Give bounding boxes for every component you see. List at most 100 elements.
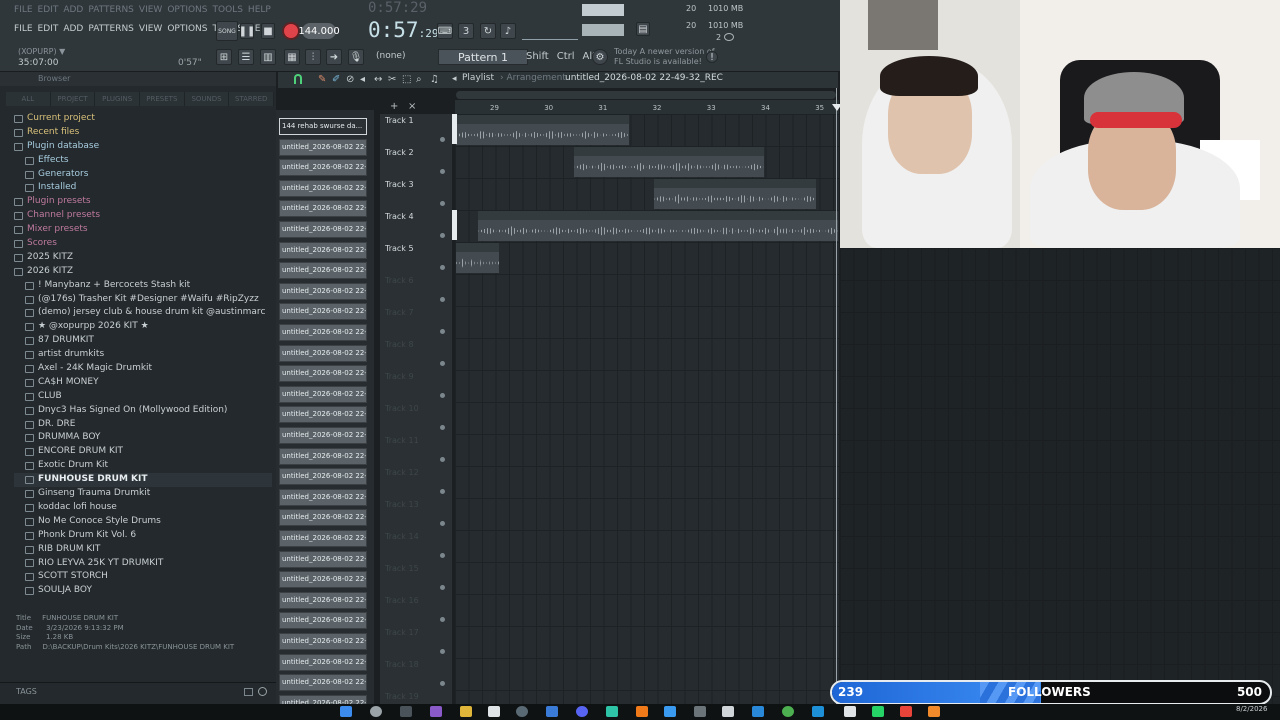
track-mute-dot[interactable]: [440, 457, 445, 462]
track-mute-dot[interactable]: [440, 489, 445, 494]
stop-button[interactable]: ■: [261, 23, 275, 39]
update-icon[interactable]: !: [706, 51, 718, 63]
audio-clip[interactable]: untitled_2026-08-02 22-48-33_REC: [574, 147, 764, 177]
browser-item[interactable]: Plugin presets: [14, 195, 272, 209]
track-mute-dot[interactable]: [440, 649, 445, 654]
track-mute-dot[interactable]: [440, 585, 445, 590]
search-icon[interactable]: [258, 687, 267, 696]
browser-item[interactable]: Mixer presets: [14, 223, 272, 237]
track-mute-dot[interactable]: [440, 361, 445, 366]
browser-item[interactable]: Dnyc3 Has Signed On (Mollywood Edition): [14, 404, 272, 418]
app-icon-2[interactable]: [488, 706, 500, 717]
browser-item[interactable]: SOULJA BOY: [14, 584, 272, 598]
track-1-selector[interactable]: [452, 114, 457, 144]
channel-button[interactable]: untitled_2026-08-02 22-...: [279, 550, 367, 568]
search-taskbar-icon[interactable]: [370, 706, 382, 717]
menu-item-view[interactable]: VIEW: [139, 24, 162, 34]
channel-button[interactable]: untitled_2026-08-02 22-...: [279, 653, 367, 671]
browser-item[interactable]: Effects: [14, 154, 272, 168]
channel-button[interactable]: untitled_2026-08-02 22-...: [279, 262, 367, 280]
playlist-icon[interactable]: ☰: [238, 49, 254, 65]
track-label[interactable]: Track 12: [385, 468, 419, 477]
track-mute-dot[interactable]: [440, 169, 445, 174]
loop-record-icon[interactable]: ↻: [480, 23, 496, 39]
channel-button[interactable]: untitled_2026-08-02 22-...: [279, 200, 367, 218]
typing-keyboard-icon[interactable]: ⌨: [437, 23, 453, 39]
app-icon-8[interactable]: [694, 706, 706, 717]
start-icon[interactable]: [340, 706, 352, 717]
track-label[interactable]: Track 19: [385, 692, 419, 701]
browser-item[interactable]: Axel - 24K Magic Drumkit: [14, 362, 272, 376]
track-label[interactable]: Track 9: [385, 372, 414, 381]
key-shift[interactable]: Shift: [526, 51, 549, 62]
discord-icon[interactable]: [576, 706, 588, 717]
browser-tab-all[interactable]: ALL: [6, 92, 51, 106]
menu-item-add[interactable]: ADD: [63, 24, 83, 34]
app-icon-1[interactable]: [430, 706, 442, 717]
channel-button[interactable]: untitled_2026-08-02 22-...: [279, 571, 367, 589]
fl-studio-icon[interactable]: [928, 706, 940, 717]
browser-item[interactable]: Generators: [14, 168, 272, 182]
audio-clip[interactable]: untitled_2026-08-02 22-49-11_REC: [705, 211, 838, 241]
app-icon-6[interactable]: [636, 706, 648, 717]
channel-button[interactable]: untitled_2026-08-02 22-...: [279, 530, 367, 547]
track-label[interactable]: Track 8: [385, 340, 414, 349]
track-label[interactable]: Track 6: [385, 276, 414, 285]
microphone-icon[interactable]: 🎙: [348, 49, 364, 65]
channel-button[interactable]: untitled_2026-08-02 22-...: [279, 674, 367, 692]
browser-item[interactable]: DR. DRE: [14, 418, 272, 432]
pause-button[interactable]: ❚❚: [239, 23, 255, 39]
track-label[interactable]: Track 13: [385, 500, 419, 509]
track-4-selector[interactable]: [452, 210, 457, 240]
browser-item[interactable]: Scores: [14, 237, 272, 251]
audio-clip[interactable]: untit..REC: [456, 243, 500, 273]
channel-button[interactable]: untitled_2026-08-02 22-...: [279, 365, 367, 383]
browser-item[interactable]: ★ @xopurpp 2026 KIT ★: [14, 320, 272, 334]
track-label[interactable]: Track 3: [385, 180, 414, 189]
app-icon-7[interactable]: [664, 706, 676, 717]
timeline-ruler[interactable]: [455, 100, 839, 114]
browser-item[interactable]: CLUB: [14, 390, 272, 404]
browser-item[interactable]: RIB DRUM KIT: [14, 543, 272, 557]
channel-button[interactable]: untitled_2026-08-02 22-...: [279, 138, 367, 156]
browser-item[interactable]: No Me Conoce Style Drums: [14, 515, 272, 529]
track-label[interactable]: Track 17: [385, 628, 419, 637]
browser-item[interactable]: Current project: [14, 112, 272, 126]
channel-button[interactable]: untitled_2026-08-02 22-...: [279, 406, 367, 424]
channel-button[interactable]: untitled_2026-08-02 22-...: [279, 344, 367, 362]
horizontal-scrollbar[interactable]: [456, 91, 836, 99]
browser-item[interactable]: RIO LEYVA 25K YT DRUMKIT: [14, 557, 272, 571]
track-label[interactable]: Track 10: [385, 404, 419, 413]
app-icon-14[interactable]: [900, 706, 912, 717]
browser-item[interactable]: 87 DRUMKIT: [14, 334, 272, 348]
browser-item[interactable]: 2025 KITZ: [14, 251, 272, 265]
channel-button[interactable]: untitled_2026-08-02 22-...: [279, 612, 367, 630]
channel-button[interactable]: untitled_2026-08-02 22-...: [279, 241, 367, 259]
channel-button[interactable]: untitled_2026-08-02 22-...: [279, 488, 367, 506]
channel-button[interactable]: untitled_2026-08-02 22-...: [279, 385, 367, 403]
track-label[interactable]: Track 5: [385, 244, 414, 253]
mute-icon[interactable]: ◂: [360, 74, 365, 85]
track-mute-dot[interactable]: [440, 233, 445, 238]
browser-item[interactable]: ! Manybanz + Bercocets Stash kit: [14, 279, 272, 293]
browser-item[interactable]: artist drumkits: [14, 348, 272, 362]
menu-item-options[interactable]: OPTIONS: [167, 24, 207, 34]
channel-button[interactable]: untitled_2026-08-02 22-...: [279, 509, 367, 527]
slip-icon[interactable]: ↔: [374, 74, 382, 85]
app-icon-10[interactable]: [752, 706, 764, 717]
menu-item-file[interactable]: FILE: [14, 24, 33, 34]
track-mute-dot[interactable]: [440, 617, 445, 622]
track-mute-dot[interactable]: [440, 201, 445, 206]
browser-item[interactable]: 2026 KITZ: [14, 265, 272, 279]
channel-button[interactable]: untitled_2026-08-02 22-...: [279, 427, 367, 444]
track-mute-dot[interactable]: [440, 137, 445, 142]
track-label[interactable]: Track 7: [385, 308, 414, 317]
track-mute-dot[interactable]: [440, 425, 445, 430]
track-mute-dot[interactable]: [440, 521, 445, 526]
audio-clip[interactable]: untitled_2026-08-02 22-47-43_REC: [477, 211, 706, 241]
settings-icon[interactable]: ⚙: [592, 49, 608, 65]
zoom-icon[interactable]: ⌕: [416, 74, 422, 85]
close-icon[interactable]: ×: [408, 101, 416, 112]
playhead[interactable]: [836, 88, 837, 710]
track-label[interactable]: Track 1: [385, 116, 414, 125]
